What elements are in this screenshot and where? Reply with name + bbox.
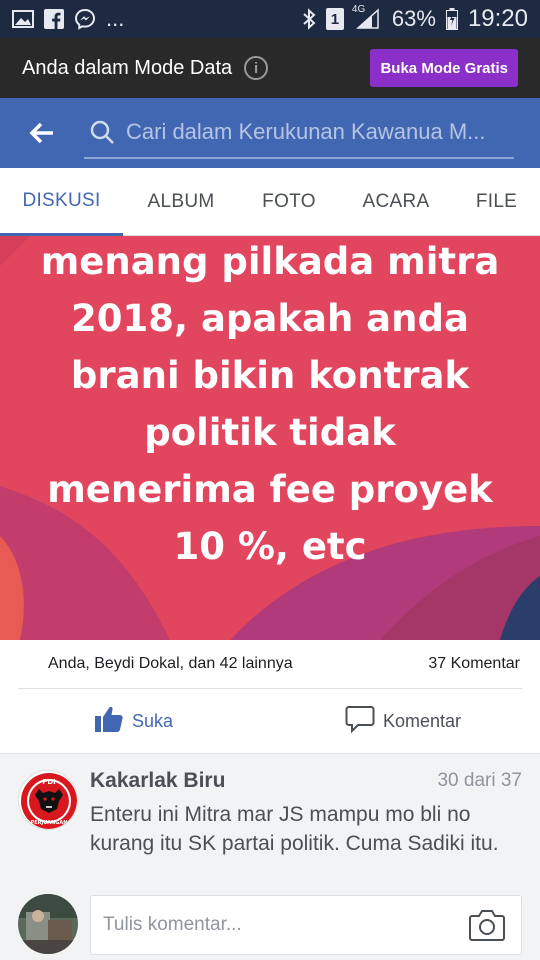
status-right: 1 4G 63% 19:20 [302,4,528,33]
free-mode-button[interactable]: Buka Mode Gratis [370,49,518,87]
info-icon[interactable]: i [244,56,269,80]
comment-position: 30 dari 37 [437,770,522,791]
tab-foto[interactable]: FOTO [239,168,339,236]
image-icon [12,10,34,28]
comment-author[interactable]: Kakarlak Biru [90,769,225,793]
status-bar: ... 1 4G 63% 19:20 [0,0,540,38]
post-line: menang pilkada mitra [40,240,500,283]
user-avatar [18,894,78,954]
signal-icon: 4G [352,4,382,30]
status-left: ... [12,6,124,32]
like-label: Suka [132,710,174,731]
post-line: menerima fee proyek [47,468,493,511]
network-label: 4G [351,4,366,15]
pdi-logo-icon: PDI PERJUANGAN [21,773,77,829]
reactions-row: Anda, Beydi Dokal, dan 42 lainnya 37 Kom… [0,640,540,688]
status-more: ... [106,6,125,31]
logo-text-top: PDI [42,778,56,786]
comment-placeholder: Tulis komentar... [103,914,242,935]
post-line: politik tidak [144,411,396,454]
battery-icon [445,8,458,30]
tab-file[interactable]: FILE [453,168,540,236]
logo-text-bottom: PERJUANGAN [31,820,68,826]
battery-percent: 63% [391,6,436,31]
bluetooth-icon [302,8,316,30]
clock: 19:20 [467,5,528,32]
search-input[interactable]: Cari dalam Kerukunan Kawanua M... [84,107,514,159]
tab-album[interactable]: ALBUM [123,168,239,236]
messenger-icon [74,8,96,30]
post-text: menang pilkada mitra 2018, apakah anda b… [20,236,520,575]
actions-row: Suka Komentar [0,689,540,753]
data-mode-banner: Anda dalam Mode Data i Buka Mode Gratis [0,38,540,98]
comment-input[interactable]: Tulis komentar... [90,895,522,955]
comment-bubble-icon [345,704,375,739]
post-line: 2018, apakah anda [71,297,469,340]
reactions-summary[interactable]: Anda, Beydi Dokal, dan 42 lainnya [48,655,293,673]
sim-label: 1 [325,8,344,30]
data-mode-text: Anda dalam Mode Data [22,56,233,79]
group-tabs: DISKUSI ALBUM FOTO ACARA FILE [0,168,540,236]
search-icon [84,114,120,150]
comment-button[interactable]: Komentar [345,704,461,739]
sim-icon: 1 [325,8,344,30]
post-line: 10 %, etc [173,525,367,568]
post-line: brani bikin kontrak [70,354,470,397]
comment-text: Enteru ini Mitra mar JS mampu mo bli no … [90,803,499,855]
comments-count[interactable]: 37 Komentar [428,655,520,673]
tab-diskusi[interactable]: DISKUSI [0,168,123,236]
search-placeholder: Cari dalam Kerukunan Kawanua M... [126,119,486,144]
comment-label: Komentar [383,710,462,731]
back-arrow-icon[interactable] [0,98,84,168]
like-button[interactable]: Suka [94,704,173,739]
avatar[interactable]: PDI PERJUANGAN [18,770,78,830]
facebook-icon [44,9,64,29]
thumbs-up-icon [94,704,124,739]
tab-acara[interactable]: ACARA [339,168,453,236]
post-image[interactable]: menang pilkada mitra 2018, apakah anda b… [0,236,540,640]
comment-section: PDI PERJUANGAN Kakarlak Biru 30 dari 37 … [0,753,540,960]
camera-icon[interactable] [469,908,505,948]
search-header: Cari dalam Kerukunan Kawanua M... [0,98,540,168]
